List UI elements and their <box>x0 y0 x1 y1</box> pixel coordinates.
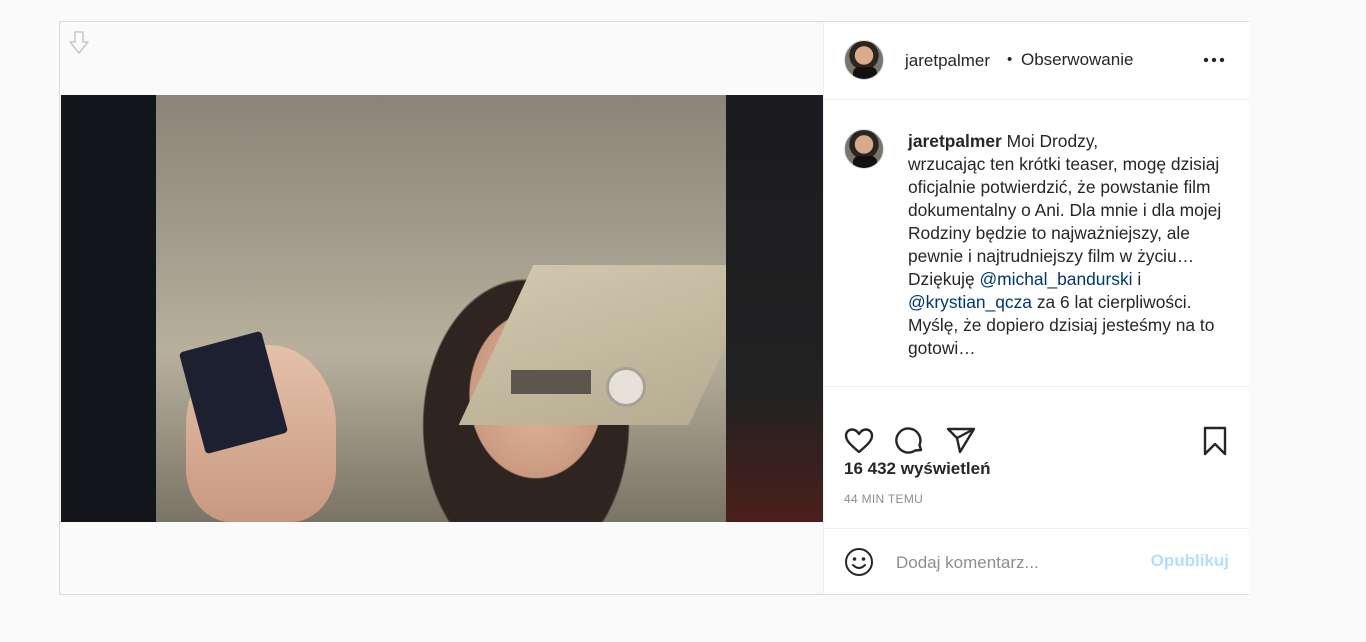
post-timestamp[interactable]: 44 MIN TEMU <box>844 492 923 506</box>
emoji-icon[interactable] <box>844 547 874 577</box>
post-actions: 16 432 wyświetleń 44 MIN TEMU <box>824 387 1249 527</box>
heart-icon[interactable] <box>843 425 875 457</box>
caption-body: Moi Drodzy, wrzucając ten krótki teaser,… <box>908 131 1222 289</box>
post-header: jaretpalmer • Obserwowanie <box>824 22 1249 100</box>
mention-link[interactable]: @michal_bandurski <box>980 269 1133 289</box>
post-side-panel: jaretpalmer • Obserwowanie jaretpalmer M… <box>823 22 1249 594</box>
download-icon[interactable] <box>68 30 90 56</box>
comment-bar: Opublikuj <box>824 528 1249 595</box>
comment-input[interactable] <box>894 549 1138 577</box>
post-media <box>60 22 823 594</box>
more-options-icon[interactable] <box>1202 52 1226 68</box>
caption-username[interactable]: jaretpalmer <box>908 131 1002 151</box>
comment-icon[interactable] <box>894 425 926 457</box>
profile-avatar[interactable] <box>844 40 884 80</box>
post-card: jaretpalmer • Obserwowanie jaretpalmer M… <box>59 21 1249 595</box>
view-count[interactable]: 16 432 wyświetleń <box>844 459 990 479</box>
caption-avatar[interactable] <box>844 129 884 169</box>
caption-conjunction: i <box>1132 269 1142 289</box>
video-frame <box>156 95 764 522</box>
bookmark-icon[interactable] <box>1199 425 1231 457</box>
header-username[interactable]: jaretpalmer <box>905 51 990 71</box>
post-caption: jaretpalmer Moi Drodzy, wrzucając ten kr… <box>824 100 1249 387</box>
separator-dot: • <box>1007 51 1013 68</box>
video-player[interactable] <box>61 95 823 522</box>
caption-text: jaretpalmer Moi Drodzy, wrzucając ten kr… <box>908 130 1233 360</box>
follow-status-button[interactable]: Obserwowanie <box>1021 50 1133 70</box>
mention-link[interactable]: @krystian_qcza <box>908 292 1032 312</box>
publish-button[interactable]: Opublikuj <box>1151 551 1229 571</box>
share-icon[interactable] <box>945 425 977 457</box>
